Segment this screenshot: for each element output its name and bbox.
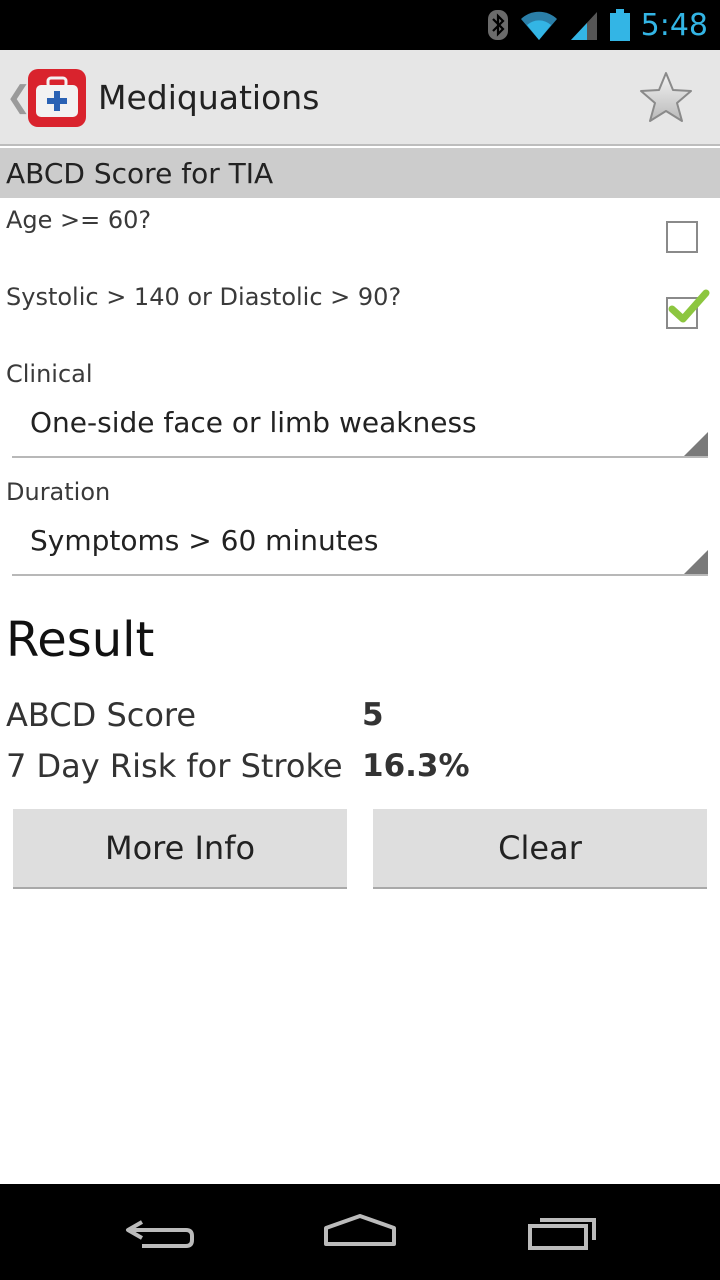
- star-icon[interactable]: [638, 70, 694, 126]
- dropdown-arrow-icon: [684, 550, 708, 574]
- back-icon[interactable]: [120, 1208, 200, 1256]
- abcd-score-value: 5: [362, 697, 384, 733]
- duration-dropdown-value: Symptoms > 60 minutes: [30, 524, 379, 557]
- more-info-button[interactable]: More Info: [13, 809, 347, 889]
- age-label: Age >= 60?: [6, 206, 152, 234]
- wifi-icon: [519, 9, 559, 41]
- blood-pressure-checkbox[interactable]: [666, 289, 710, 329]
- home-icon[interactable]: [320, 1208, 400, 1256]
- clinical-dropdown[interactable]: One-side face or limb weakness: [12, 396, 708, 458]
- stroke-risk-label: 7 Day Risk for Stroke: [6, 747, 343, 785]
- duration-label: Duration: [6, 478, 111, 506]
- stroke-risk-value: 16.3%: [362, 748, 470, 784]
- recent-apps-icon[interactable]: [524, 1208, 604, 1256]
- result-title: Result: [6, 612, 155, 668]
- clear-button[interactable]: Clear: [373, 809, 707, 889]
- battery-icon: [609, 8, 631, 42]
- action-bar: ❮ Mediquations: [0, 50, 720, 146]
- app-title: Mediquations: [98, 78, 320, 117]
- blood-pressure-label: Systolic > 140 or Diastolic > 90?: [6, 283, 402, 311]
- status-time: 5:48: [640, 7, 708, 43]
- age-checkbox[interactable]: [666, 221, 698, 253]
- abcd-score-label: ABCD Score: [6, 696, 197, 734]
- clinical-dropdown-value: One-side face or limb weakness: [30, 406, 477, 439]
- section-header: ABCD Score for TIA: [0, 148, 720, 198]
- clinical-label: Clinical: [6, 360, 93, 388]
- dropdown-arrow-icon: [684, 432, 708, 456]
- checkmark-icon: [668, 289, 710, 323]
- status-bar: 5:48: [0, 0, 720, 50]
- duration-dropdown[interactable]: Symptoms > 60 minutes: [12, 514, 708, 576]
- section-title: ABCD Score for TIA: [6, 157, 274, 190]
- navigation-bar: [0, 1184, 720, 1280]
- status-icons: 5:48: [487, 0, 708, 50]
- bluetooth-icon: [487, 9, 509, 41]
- medical-kit-icon[interactable]: [26, 67, 88, 129]
- signal-icon: [569, 9, 599, 41]
